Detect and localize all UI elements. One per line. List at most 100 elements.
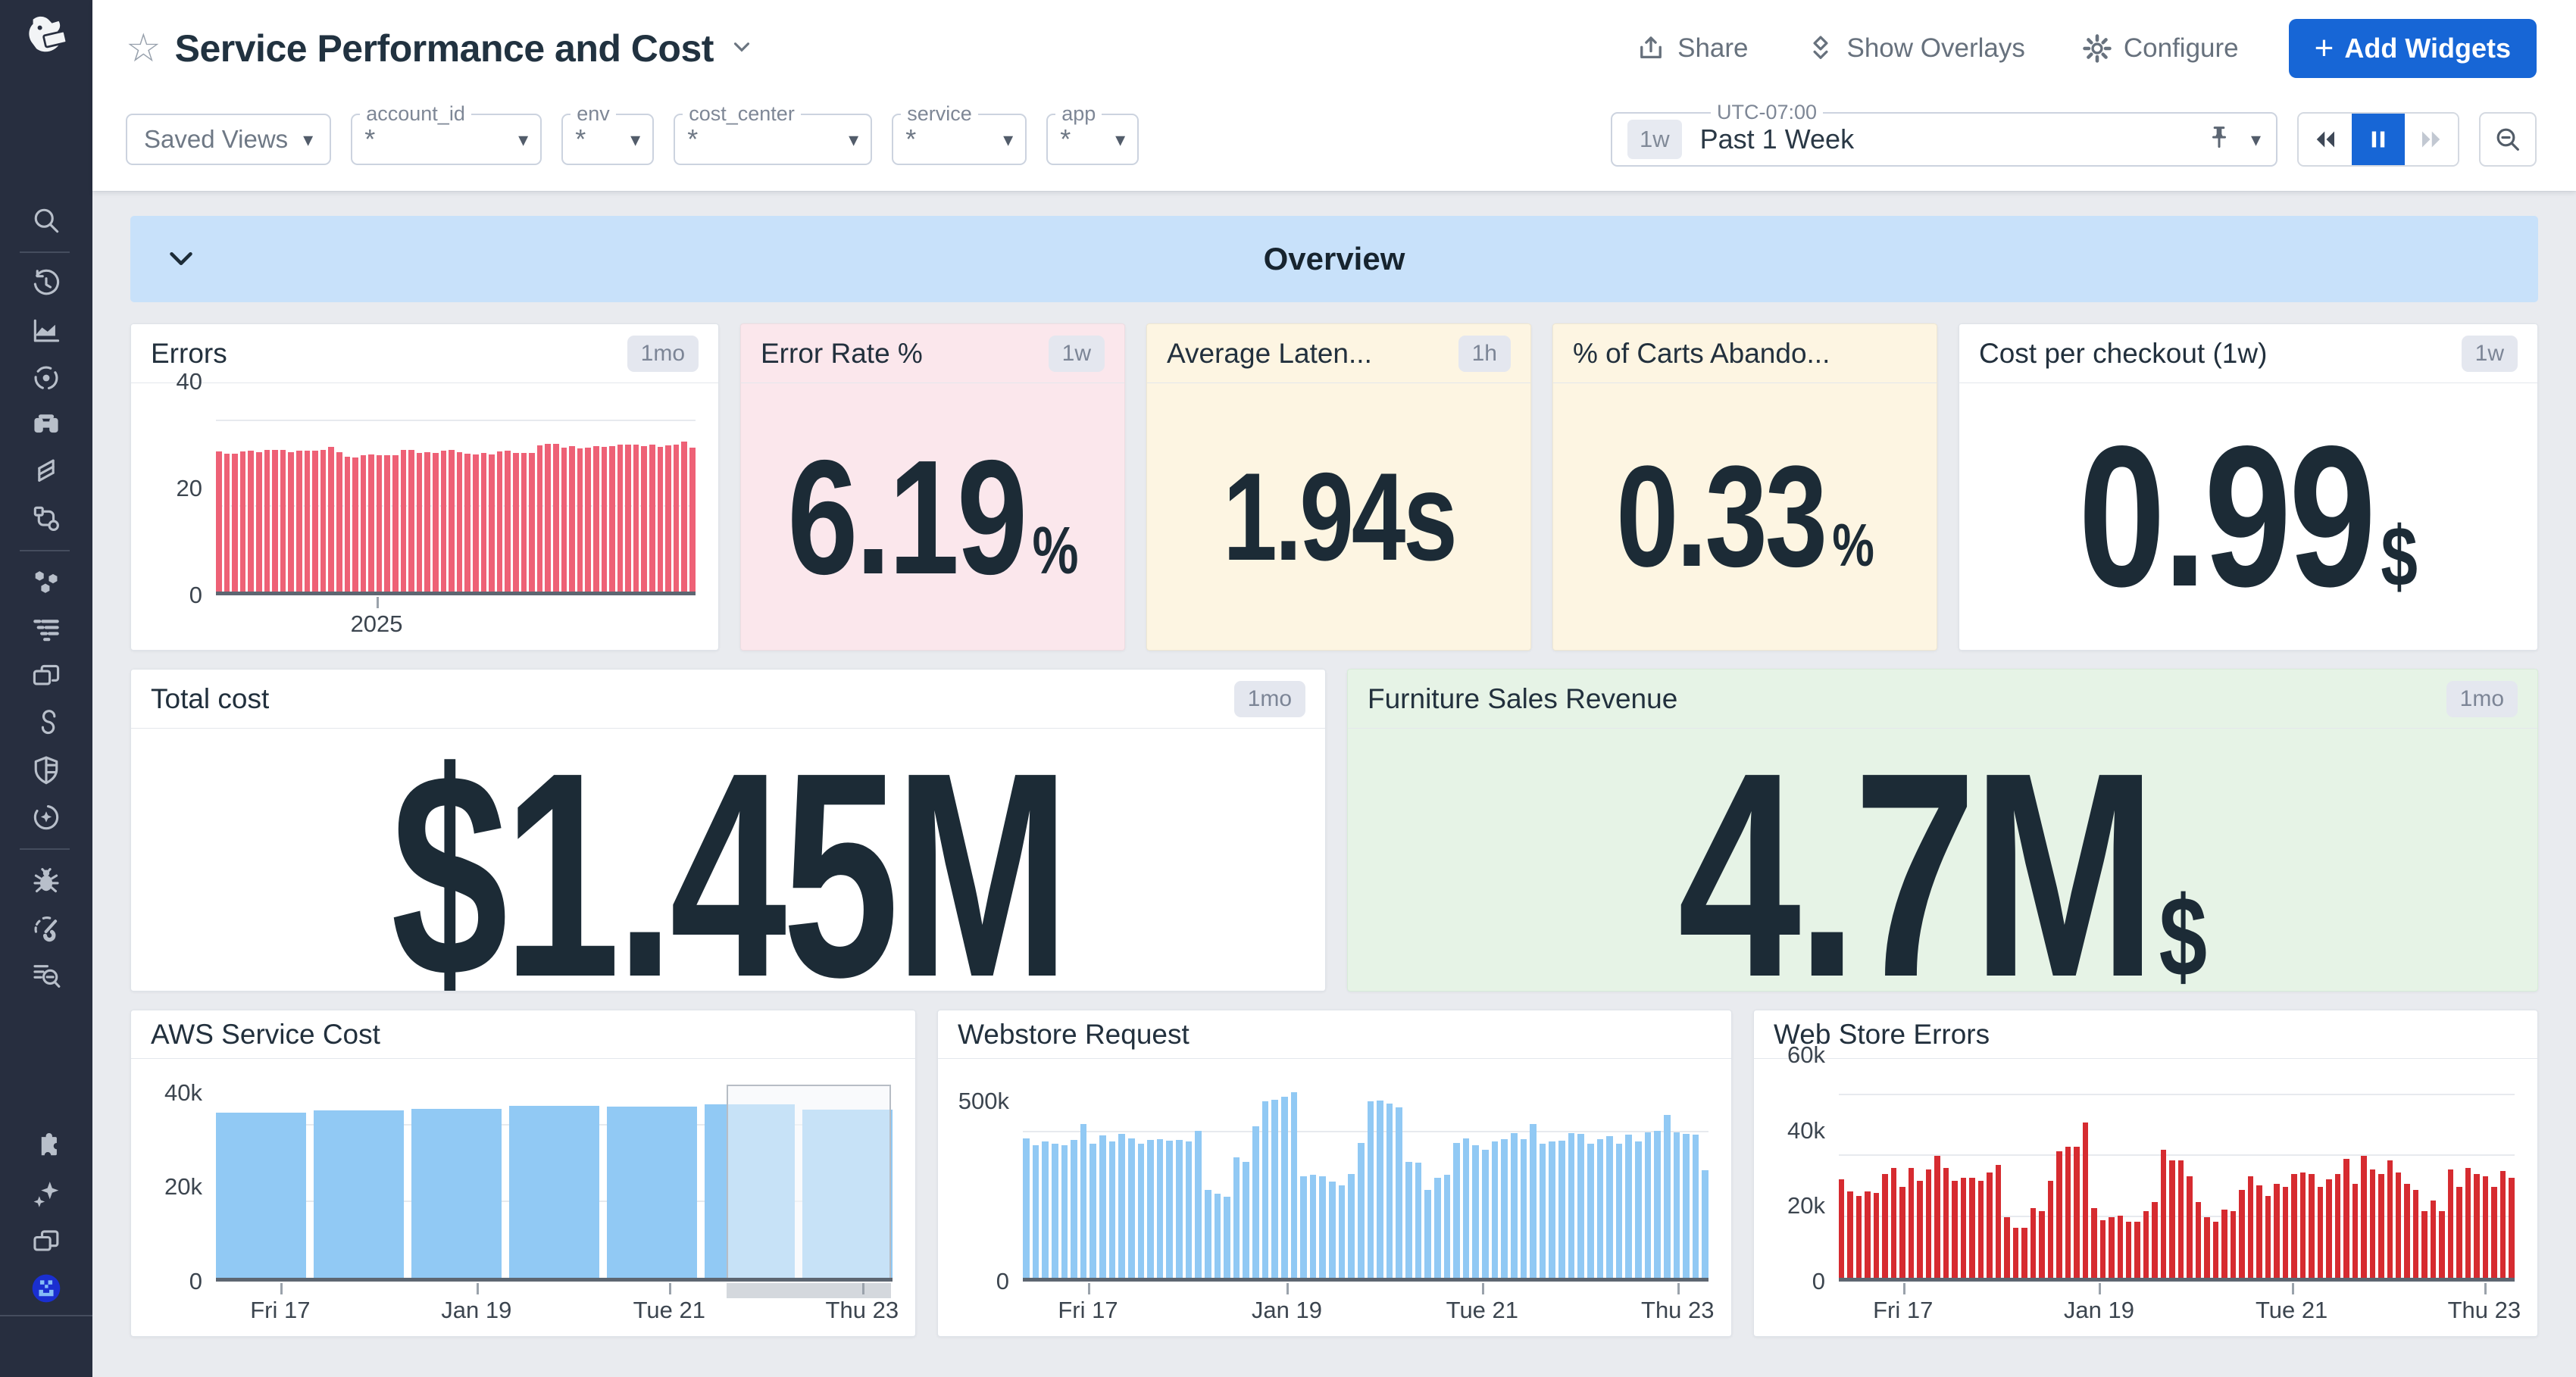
aws-cost-chart[interactable]: 020k40kFri 17Jan 19Tue 21Thu 23 (131, 1059, 915, 1336)
sidebar-item-metrics[interactable] (20, 308, 73, 354)
time-backward-button[interactable] (2299, 114, 2352, 165)
template-variable-app[interactable]: app * ▾ (1046, 114, 1139, 165)
webstore-request-widget[interactable]: Webstore Request 0500kFri 17Jan 19Tue 21… (937, 1010, 1732, 1337)
carts-abandoned-widget[interactable]: % of Carts Abando... 0.33% (1552, 323, 1937, 651)
web-store-errors-chart[interactable]: 020k40k60kFri 17Jan 19Tue 21Thu 23 (1754, 1059, 2537, 1336)
bar (1089, 1144, 1096, 1278)
time-range-picker[interactable]: UTC-07:00 1w Past 1 Week ▾ (1611, 112, 2277, 167)
sidebar-item-logs[interactable] (20, 606, 73, 653)
sidebar-item-log-search[interactable] (20, 951, 73, 998)
variable-label: app (1055, 102, 1102, 126)
sidebar-item-ci[interactable] (20, 794, 73, 841)
x-tick-label: Tue 21 (1446, 1297, 1518, 1324)
datadog-logo-icon[interactable] (17, 9, 76, 68)
sidebar-item-search[interactable] (20, 197, 73, 244)
bar (1952, 1181, 1957, 1278)
time-pause-button[interactable] (2352, 114, 2405, 165)
bar (417, 453, 423, 592)
web-store-errors-widget[interactable]: Web Store Errors 020k40k60kFri 17Jan 19T… (1753, 1010, 2538, 1337)
windows-icon (30, 1225, 63, 1258)
average-latency-widget[interactable]: Average Laten... 1h 1.94s (1146, 323, 1531, 651)
bar (1224, 1197, 1230, 1278)
sidebar-item-security[interactable] (20, 747, 73, 794)
sidebar-item-integrations[interactable] (20, 1124, 73, 1171)
pin-icon[interactable] (2204, 123, 2234, 157)
sidebar-item-rum[interactable] (20, 653, 73, 700)
time-forward-button[interactable] (2405, 114, 2458, 165)
template-variable-account_id[interactable]: account_id * ▾ (351, 114, 542, 165)
x-tick-mark (477, 1283, 479, 1294)
widget-title: Average Laten... (1167, 338, 1372, 370)
y-tick-label: 20k (164, 1173, 202, 1201)
overview-section-header[interactable]: Overview (130, 216, 2538, 302)
x-tick-label: Fri 17 (1058, 1297, 1118, 1324)
plot-area[interactable] (216, 404, 696, 595)
webstore-request-chart[interactable]: 0500kFri 17Jan 19Tue 21Thu 23 (938, 1059, 1731, 1336)
bar (1176, 1140, 1183, 1278)
query-unit: $ (2381, 514, 2418, 599)
bar (224, 454, 230, 592)
sidebar-item-performance[interactable] (20, 904, 73, 951)
errors-timeseries-widget[interactable]: Errors 1mo 020402025 (130, 323, 719, 651)
bar (1664, 1115, 1671, 1278)
bar (352, 457, 358, 592)
bar (464, 454, 470, 592)
template-variable-cost_center[interactable]: cost_center * ▾ (674, 114, 872, 165)
cost-per-checkout-widget[interactable]: Cost per checkout (1w) 1w 0.99$ (1959, 323, 2538, 651)
x-tick-label: Fri 17 (250, 1297, 310, 1324)
bar (280, 450, 286, 592)
bar (1891, 1168, 1896, 1278)
bar (1195, 1131, 1202, 1278)
bar (2091, 1208, 2096, 1278)
configure-button[interactable]: Configure (2081, 33, 2239, 64)
selection-overlay[interactable] (727, 1085, 891, 1278)
bar (1271, 1100, 1278, 1278)
widget-header: Webstore Request (938, 1010, 1731, 1059)
aws-service-cost-widget[interactable]: AWS Service Cost 020k40kFri 17Jan 19Tue … (130, 1010, 916, 1337)
template-variable-service[interactable]: service * ▾ (892, 114, 1027, 165)
plot-area[interactable] (216, 1080, 893, 1282)
sidebar-item-workflows[interactable] (20, 495, 73, 542)
bar (457, 452, 463, 592)
sidebar-item-user-avatar[interactable] (20, 1265, 73, 1312)
share-label: Share (1677, 33, 1748, 64)
plot-area[interactable] (1023, 1080, 1708, 1282)
bar (1157, 1139, 1164, 1278)
error-rate-widget[interactable]: Error Rate % 1w 6.19% (740, 323, 1125, 651)
total-cost-widget[interactable]: Total cost 1mo $1.45M (130, 669, 1326, 991)
bar (2021, 1228, 2027, 1278)
sidebar-item-apm[interactable] (20, 354, 73, 401)
bar (320, 450, 327, 592)
plot-area[interactable] (1839, 1080, 2515, 1282)
x-tick-mark (280, 1283, 283, 1294)
x-tick-label: Thu 23 (2448, 1297, 2521, 1324)
saved-views-dropdown[interactable]: Saved Views ▾ (126, 114, 331, 165)
bar (641, 446, 647, 592)
sidebar-item-watchdog[interactable] (20, 401, 73, 448)
template-variable-env[interactable]: env * ▾ (561, 114, 654, 165)
sidebar-item-history[interactable] (20, 261, 73, 308)
favorite-star-icon[interactable]: ☆ (126, 29, 161, 68)
bar (2378, 1174, 2384, 1278)
widget-row-1: Errors 1mo 020402025 Error Rate % 1w 6.1… (130, 323, 2538, 651)
bar (649, 445, 655, 592)
sidebar-item-services[interactable] (20, 559, 73, 606)
sidebar-item-error-tracking[interactable] (20, 857, 73, 904)
sidebar-item-synthetics[interactable] (20, 700, 73, 747)
user-avatar-icon (30, 1272, 63, 1305)
share-button[interactable]: Share (1635, 33, 1748, 64)
sidebar-item-ai-assistant[interactable] (20, 1171, 73, 1218)
bar (1577, 1134, 1584, 1278)
add-widgets-button[interactable]: + Add Widgets (2289, 19, 2537, 78)
zoom-out-button[interactable] (2479, 112, 2537, 167)
furniture-revenue-widget[interactable]: Furniture Sales Revenue 1mo 4.7M$ (1347, 669, 2538, 991)
errors-chart[interactable]: 020402025 (131, 383, 718, 650)
sidebar-item-infrastructure[interactable] (20, 448, 73, 495)
performance-icon (30, 911, 63, 945)
sidebar-item-windows[interactable] (20, 1218, 73, 1265)
show-overlays-button[interactable]: Show Overlays (1805, 33, 2025, 64)
integrations-icon (30, 1131, 63, 1164)
title-dropdown-caret-icon[interactable] (729, 34, 755, 64)
add-widgets-label: Add Widgets (2344, 33, 2511, 64)
bar (449, 450, 455, 592)
